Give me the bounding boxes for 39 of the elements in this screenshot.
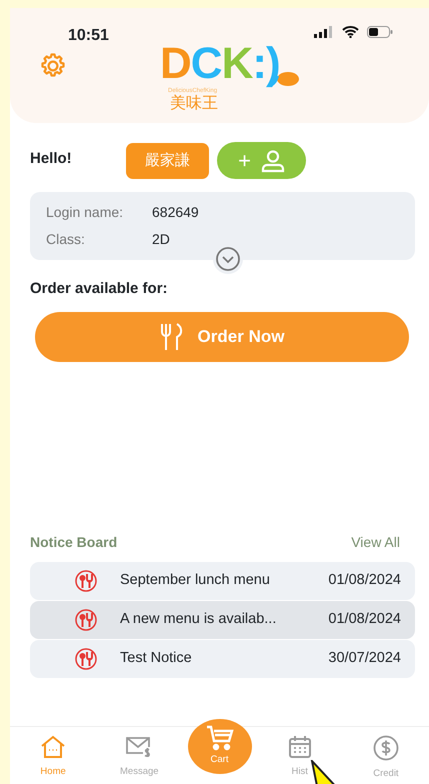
nav-tab[interactable]: Credit (342, 727, 429, 784)
wifi-icon (342, 26, 359, 38)
cart-tab[interactable]: Cart (188, 719, 252, 774)
greeting-text: Hello! (30, 149, 72, 169)
student-button[interactable]: 嚴家謙 (126, 143, 209, 179)
cart-icon (206, 725, 234, 752)
logo-chinese: 美味王 (170, 94, 218, 114)
info-label: Class: (46, 230, 86, 249)
battery-icon (367, 26, 393, 38)
order-heading: Order available for: (30, 279, 168, 299)
notice-title: September lunch menu (120, 571, 271, 590)
status-time: 10:51 (68, 26, 109, 46)
notice-date: 01/08/2024 (328, 571, 401, 590)
info-label: Login name: (46, 203, 124, 222)
notice-item[interactable]: Test Notice 30/07/2024 (30, 640, 415, 678)
dining-icon (74, 648, 98, 670)
view-all-link[interactable]: View All (351, 532, 400, 553)
add-student-button[interactable]: + (217, 142, 306, 179)
notice-title: Test Notice (120, 649, 193, 668)
order-button[interactable]: Order Now (35, 312, 409, 362)
nav-tab[interactable]: Message (96, 727, 182, 784)
notice-item[interactable]: September lunch menu 01/08/2024 (30, 562, 415, 600)
info-value: 2D (152, 230, 170, 249)
calendar-icon (288, 735, 312, 759)
nav-tab[interactable]: Hist (256, 727, 343, 784)
person-icon (260, 148, 285, 172)
notice-item[interactable]: A new menu is availab... 01/08/2024 (30, 601, 415, 639)
dining-icon (74, 609, 98, 631)
logo-text: DCK:) (160, 42, 280, 86)
section-title: Notice Board (30, 533, 118, 552)
nav-tab[interactable]: Home (10, 727, 96, 784)
notice-date: 01/08/2024 (328, 610, 401, 630)
home-icon (40, 735, 66, 759)
dollar-icon (372, 735, 399, 761)
signal-icon (314, 26, 334, 38)
notice-title: A new menu is availab... (120, 610, 278, 630)
info-value: 682649 (152, 203, 199, 222)
notice-date: 30/07/2024 (328, 649, 401, 668)
dining-icon (74, 570, 98, 592)
